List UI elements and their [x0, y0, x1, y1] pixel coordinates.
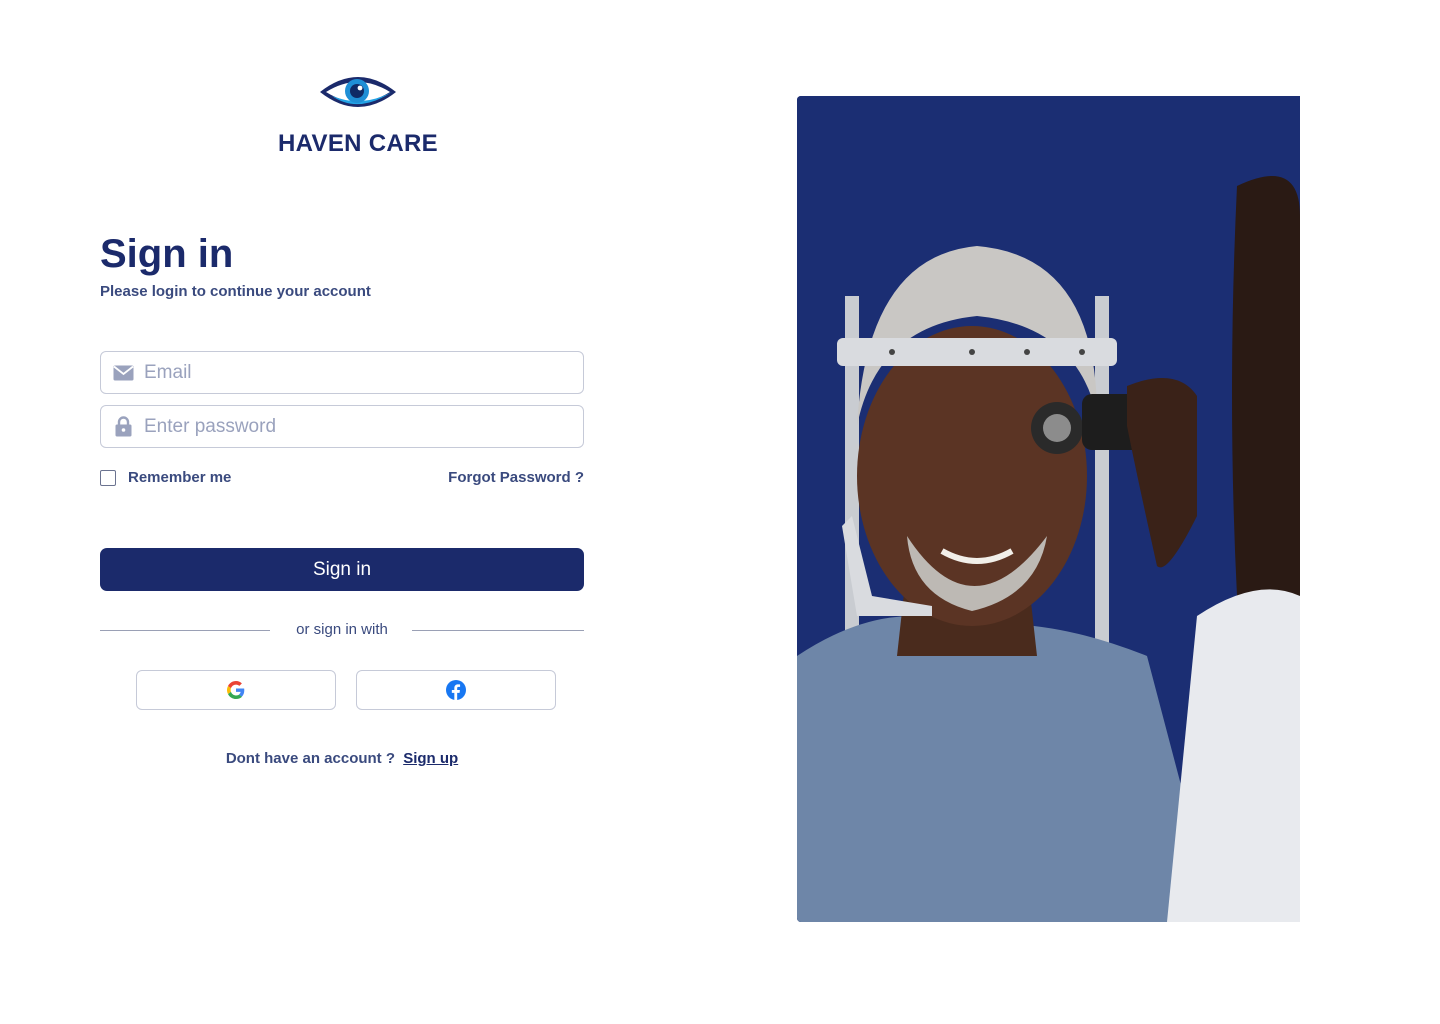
- remember-label: Remember me: [128, 469, 232, 486]
- google-sign-in-button[interactable]: [136, 670, 336, 710]
- page-title: Sign in: [100, 232, 234, 276]
- lock-icon: [112, 416, 134, 438]
- brand-logo: HAVEN CARE: [258, 70, 458, 158]
- google-icon: [227, 681, 245, 699]
- remember-checkbox[interactable]: [100, 469, 116, 486]
- social-divider: or sign in with: [100, 620, 584, 640]
- sign-up-link[interactable]: Sign up: [403, 750, 458, 767]
- facebook-sign-in-button[interactable]: [356, 670, 556, 710]
- divider-line-right: [412, 630, 584, 631]
- email-field[interactable]: [100, 351, 584, 394]
- hero-illustration: [797, 96, 1300, 922]
- hero-image: [797, 96, 1300, 922]
- facebook-icon: [446, 680, 466, 700]
- brand-name: HAVEN CARE: [278, 130, 438, 157]
- password-field[interactable]: [100, 405, 584, 448]
- email-input[interactable]: [144, 361, 583, 384]
- mail-icon: [112, 362, 134, 384]
- remember-me[interactable]: Remember me: [100, 469, 231, 486]
- page-subtitle: Please login to continue your account: [100, 283, 371, 300]
- signup-prompt: Dont have an account ?: [225, 750, 396, 767]
- sign-in-button[interactable]: Sign in: [100, 548, 584, 591]
- eye-icon: [320, 77, 396, 107]
- forgot-password-link[interactable]: Forgot Password ?: [448, 469, 584, 486]
- password-input[interactable]: [144, 415, 583, 438]
- signup-row: Dont have an account ? Sign up: [100, 750, 584, 767]
